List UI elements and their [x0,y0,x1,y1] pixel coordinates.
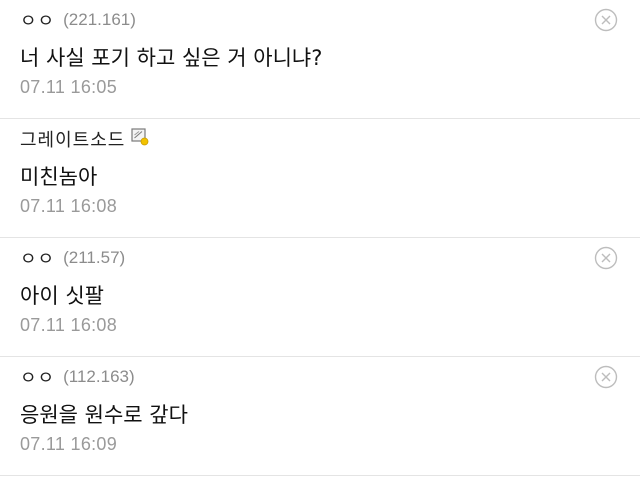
comment-text: 너 사실 포기 하고 싶은 거 아니냐? [20,46,323,70]
circle-x-icon[interactable] [594,8,618,32]
comment-time: 07.11 16:09 [20,434,118,454]
comment-ip: (211.57) [63,248,126,267]
comment-nickname[interactable]: ㅇㅇ [20,245,55,271]
comment-text: 아이 싯팔 [20,284,104,308]
comment-time: 07.11 16:05 [20,77,118,97]
comment-nickname[interactable]: ㅇㅇ [20,364,55,390]
comment-item: ㅇㅇ (221.161) 너 사실 포기 하고 싶은 거 아니냐? 07.11 … [0,0,640,119]
comment-header: 그레이트소드 [20,126,149,152]
comment-time: 07.11 16:08 [20,196,118,216]
comment-item: ㅇㅇ (112.163) 응원을 원수로 갚다 07.11 16:09 [0,357,640,476]
comment-ip: (221.161) [63,10,136,29]
comment-text: 미친놈아 [20,165,98,189]
circle-x-icon[interactable] [594,246,618,270]
comment-nickname[interactable]: 그레이트소드 [20,126,125,152]
comment-list: ㅇㅇ (221.161) 너 사실 포기 하고 싶은 거 아니냐? 07.11 … [0,0,640,485]
comment-header: ㅇㅇ (112.163) [20,364,135,390]
comment-nickname[interactable]: ㅇㅇ [20,7,55,33]
comment-time: 07.11 16:08 [20,315,118,335]
comment-header: ㅇㅇ (211.57) [20,245,125,271]
circle-x-icon[interactable] [594,365,618,389]
fixed-nick-badge-icon [131,128,149,146]
comment-item: ㅇㅇ (211.57) 아이 싯팔 07.11 16:08 [0,238,640,357]
comment-ip: (112.163) [63,367,135,386]
comment-text: 응원을 원수로 갚다 [20,403,188,427]
comment-header: ㅇㅇ (221.161) [20,7,136,33]
comment-item: 그레이트소드 미친놈아 07.11 16:08 [0,119,640,238]
